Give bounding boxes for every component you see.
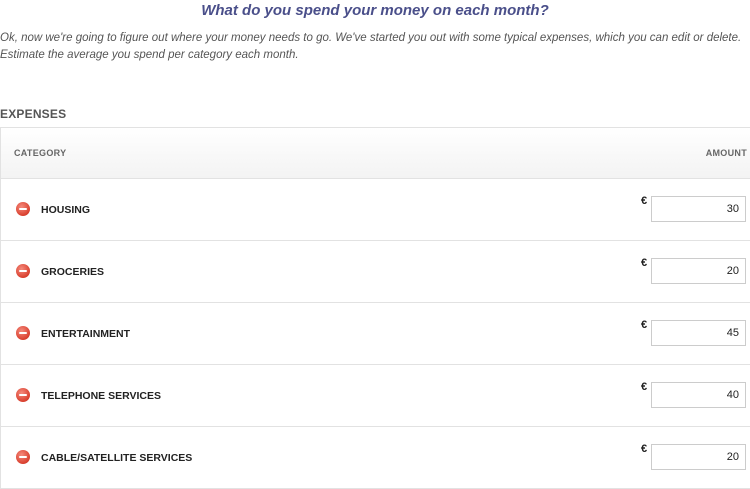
amount-column-header: AMOUNT — [705, 148, 747, 158]
expense-amount-input[interactable] — [651, 382, 746, 408]
currency-symbol: € — [641, 319, 648, 331]
expense-amount-input[interactable] — [651, 196, 746, 222]
currency-symbol: € — [641, 257, 648, 269]
currency-symbol: € — [641, 195, 648, 207]
delete-expense-icon[interactable] — [16, 388, 30, 402]
delete-expense-icon[interactable] — [16, 450, 30, 464]
expense-row: HOUSING € — [1, 179, 750, 241]
expense-category-label: TELEPHONE SERVICES — [41, 390, 162, 402]
expense-row: TELEPHONE SERVICES € — [1, 365, 750, 427]
delete-expense-icon[interactable] — [16, 202, 30, 216]
currency-symbol: € — [641, 381, 648, 393]
expense-amount-input[interactable] — [651, 320, 746, 346]
expense-row: GROCERIES € — [1, 241, 750, 303]
expense-amount-input[interactable] — [651, 444, 746, 470]
delete-expense-icon[interactable] — [16, 264, 30, 278]
currency-symbol: € — [641, 443, 648, 455]
expense-row: CABLE/SATELLITE SERVICES € — [1, 427, 750, 489]
expenses-heading: EXPENSES — [0, 107, 67, 121]
category-column-header: CATEGORY — [14, 148, 67, 158]
expense-category-label: HOUSING — [41, 204, 91, 216]
expense-category-label: GROCERIES — [41, 266, 105, 278]
expense-amount-input[interactable] — [651, 258, 746, 284]
expense-row: ENTERTAINMENT € — [1, 303, 750, 365]
expense-category-label: CABLE/SATELLITE SERVICES — [41, 452, 193, 464]
intro-text: Ok, now we're going to figure out where … — [0, 32, 742, 61]
delete-expense-icon[interactable] — [16, 326, 30, 340]
page-title: What do you spend your money on each mon… — [201, 2, 549, 19]
expense-category-label: ENTERTAINMENT — [41, 328, 131, 340]
table-header: CATEGORY AMOUNT — [1, 128, 750, 179]
expenses-table: CATEGORY AMOUNT HOUSING € GROCERIES € EN… — [0, 127, 750, 489]
